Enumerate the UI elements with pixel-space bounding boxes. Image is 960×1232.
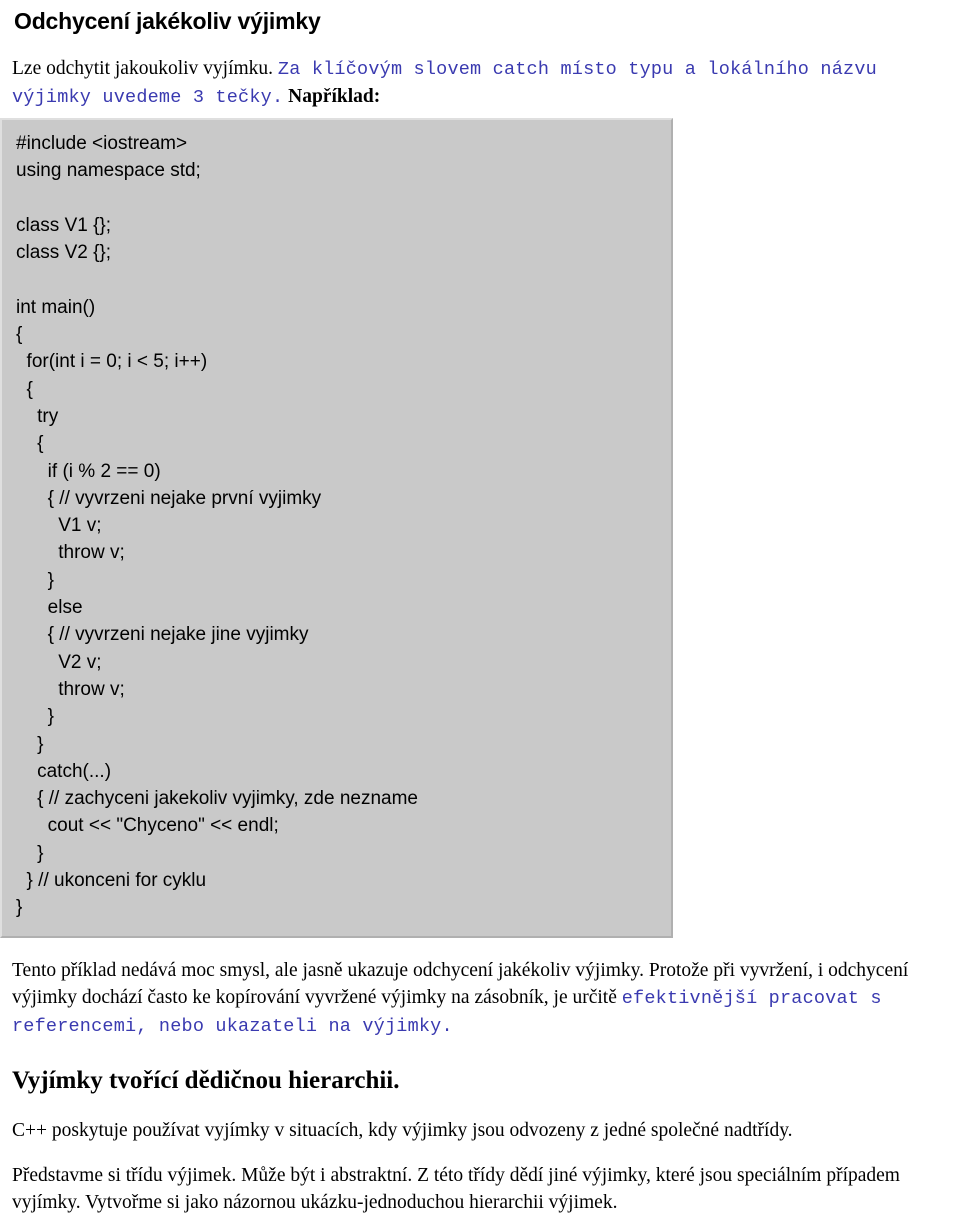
code-line: using namespace std; <box>16 160 201 182</box>
code-line: int main() <box>16 296 96 318</box>
intro-paragraph: Lze odchytit jakoukoliv vyjímku. Za klíč… <box>0 55 960 111</box>
code-line: } <box>16 842 44 864</box>
code-line: } // ukonceni for cyklu <box>16 870 207 892</box>
code-line: { // vyvrzeni nejake první vyjimky <box>16 487 322 509</box>
code-line: throw v; <box>16 678 125 700</box>
spacer-after-title <box>0 35 960 55</box>
code-line: #include <iostream> <box>16 133 188 154</box>
code-line: if (i % 2 == 0) <box>16 460 161 482</box>
code-line: catch(...) <box>16 760 112 782</box>
document-page: Odchycení jakékoliv výjimky Lze odchytit… <box>0 0 960 1232</box>
explanation-paragraph: Tento příklad nedává moc smysl, ale jasn… <box>0 957 960 1040</box>
code-line: { <box>16 378 33 400</box>
code-line: for(int i = 0; i < 5; i++) <box>16 351 208 373</box>
section-heading-hierarchy: Vyjímky tvořící dědičnou hierarchii. <box>12 1066 400 1094</box>
code-line: cout << "Chyceno" << endl; <box>16 815 279 837</box>
spacer-after-heading-2 <box>0 1096 960 1117</box>
intro-text-plain-2: Například: <box>283 86 381 107</box>
code-line: } <box>16 897 23 919</box>
hierarchy-paragraph-1: C++ poskytuje používat vyjímky v situací… <box>12 1119 793 1141</box>
code-line: throw v; <box>16 542 125 564</box>
code-block: #include <iostream> using namespace std;… <box>0 118 673 938</box>
code-line: } <box>16 706 55 728</box>
code-line: else <box>16 597 83 619</box>
code-line: try <box>16 405 59 427</box>
hierarchy-paragraph-2: Představme si třídu výjimek. Může být i … <box>12 1164 900 1213</box>
code-line: class V2 {}; <box>16 242 112 264</box>
code-line: class V1 {}; <box>16 214 112 236</box>
code-line: } <box>16 569 55 591</box>
spacer-between-paragraphs <box>0 1144 960 1162</box>
code-line: { // zachyceni jakekoliv vyjimky, zde ne… <box>16 788 418 810</box>
code-line: V1 v; <box>16 515 102 537</box>
intro-text-plain-1: Lze odchytit jakoukoliv vyjímku. <box>12 58 278 79</box>
code-line: { // vyvrzeni nejake jine vyjimky <box>16 624 309 646</box>
code-line: { <box>16 324 23 346</box>
spacer-after-code <box>0 938 960 957</box>
code-line: } <box>16 733 44 755</box>
spacer-before-heading-2 <box>0 1040 960 1066</box>
code-line: V2 v; <box>16 651 102 673</box>
page-title: Odchycení jakékoliv výjimky <box>14 8 321 34</box>
code-line: { <box>16 433 44 455</box>
